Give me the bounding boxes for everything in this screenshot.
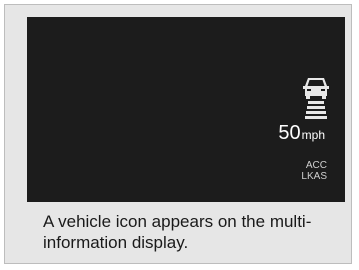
system-status-indicators: ACC LKAS [301, 160, 327, 182]
caption-text: A vehicle icon appears on the multi-info… [43, 212, 312, 252]
acc-indicator: ACC [305, 160, 327, 171]
speed-value: 50 [278, 122, 301, 144]
illustration-panel: 50mph ACC LKAS A vehicle icon appears on… [4, 4, 352, 264]
speed-unit: mph [301, 128, 325, 142]
vehicle-ahead-icon [303, 78, 329, 119]
multi-information-display: 50mph ACC LKAS [27, 17, 345, 202]
set-speed-readout: 50mph [278, 123, 325, 143]
lkas-indicator: LKAS [301, 171, 327, 182]
